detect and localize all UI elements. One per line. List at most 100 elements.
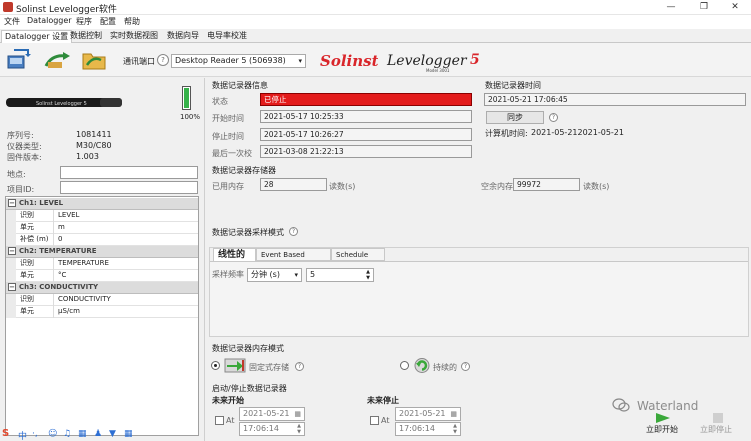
program-logger-icon[interactable] — [44, 48, 72, 72]
channel-group-header[interactable]: − Ch3: CONDUCTIVITY — [6, 282, 198, 294]
retrieve-settings-icon[interactable] — [6, 48, 34, 72]
close-button[interactable]: ✕ — [719, 0, 751, 14]
maximize-button[interactable]: ❐ — [688, 0, 720, 14]
future-stop-date[interactable]: 2021-05-21 ▦ — [395, 407, 461, 421]
tab-realtime-view[interactable]: 实时数据视图 — [107, 30, 161, 43]
port-select-value: Desktop Reader 5 (506938) — [175, 56, 286, 65]
tab-data-control[interactable]: 数据控制 — [67, 30, 105, 43]
spinner-icon[interactable]: ▲ ▼ — [297, 423, 301, 435]
product-text: Levelogger — [386, 53, 468, 69]
menu-help[interactable]: 帮助 — [124, 16, 140, 27]
ime-logo-icon[interactable]: S — [2, 428, 9, 439]
future-stop-checkbox[interactable] — [370, 416, 379, 425]
continuous-help-icon[interactable]: ? — [461, 362, 470, 371]
future-start-checkbox[interactable] — [215, 416, 224, 425]
project-id-input[interactable] — [60, 181, 198, 194]
calendar-icon[interactable]: ▦ — [450, 408, 457, 420]
ime-keyboard-icon[interactable]: ▦ — [78, 429, 87, 439]
minimize-button[interactable]: — — [655, 0, 687, 14]
location-input[interactable] — [60, 166, 198, 179]
status-value: 已停止 — [260, 93, 472, 106]
tab-schedule[interactable]: Schedule — [331, 248, 385, 261]
table-row: 单元 μS/cm — [6, 306, 198, 318]
fixed-storage-radio[interactable] — [211, 361, 220, 370]
tab-event-based[interactable]: Event Based — [256, 248, 331, 261]
ime-lang-icon[interactable]: 中 — [18, 429, 27, 441]
sync-help-icon[interactable]: ? — [549, 113, 558, 122]
menu-program[interactable]: 程序 — [76, 16, 92, 27]
future-start-date[interactable]: 2021-05-21 ▦ — [239, 407, 305, 421]
start-now-button[interactable]: 立即开始 — [646, 424, 678, 435]
collapse-icon[interactable]: − — [8, 247, 16, 255]
main-tabs: Datalogger 设置 数据控制 实时数据视图 数据向导 电导率校准 — [0, 29, 751, 43]
channel-cell[interactable]: m — [58, 222, 65, 233]
ime-user-icon[interactable]: ♟ — [94, 429, 102, 439]
spinner-icon[interactable]: ▲ ▼ — [366, 269, 370, 281]
collapse-icon[interactable]: − — [8, 283, 16, 291]
channel-cell[interactable]: μS/cm — [58, 306, 80, 317]
instrument-type-label: 仪器类型: — [7, 142, 42, 151]
table-row: 识别 CONDUCTIVITY — [6, 294, 198, 306]
table-row: 识别 LEVEL — [6, 210, 198, 222]
help-icon[interactable]: ? — [157, 54, 169, 66]
battery-level: 100% — [180, 113, 201, 121]
channel-cell[interactable]: 0 — [58, 234, 62, 245]
collapse-icon[interactable]: − — [8, 199, 16, 207]
stop-now-button[interactable]: 立即停止 — [700, 424, 732, 435]
fixed-storage-help-icon[interactable]: ? — [295, 362, 304, 371]
computer-time-label: 计算机时间: — [485, 129, 528, 138]
tab-data-wizard[interactable]: 数据向导 — [164, 30, 202, 43]
toolbar: 通讯端口 ? Desktop Reader 5 (506938) ▾ Solin… — [0, 43, 751, 77]
ime-punct-icon[interactable]: ·, — [32, 429, 38, 439]
future-stop-time-value: 17:06:14 — [399, 424, 435, 433]
ime-menu-icon[interactable]: ▦ — [124, 429, 133, 439]
start-time-label: 开始时间 — [212, 114, 244, 123]
tab-conductivity-calibration[interactable]: 电导率校准 — [204, 30, 250, 43]
start-now-icon[interactable] — [650, 411, 678, 425]
continuous-radio[interactable] — [400, 361, 409, 370]
channel-cell[interactable]: LEVEL — [58, 210, 79, 221]
ime-toolbar: S 中 ·, ☺ ♫ ▦ ♟ ▼ ▦ — [0, 428, 140, 441]
menu-config[interactable]: 配置 — [100, 16, 116, 27]
save-settings-icon[interactable] — [81, 48, 109, 72]
spinner-icon[interactable]: ▲ ▼ — [453, 423, 457, 435]
brand-text: Solinst — [320, 52, 378, 70]
stop-now-icon[interactable] — [706, 411, 730, 425]
logger-time-value: 2021-05-21 17:06:45 — [484, 93, 746, 106]
location-label: 地点: — [7, 170, 26, 179]
chevron-down-icon: ▾ — [294, 271, 298, 279]
stop-time-value: 2021-05-17 10:26:27 — [260, 128, 472, 141]
port-select[interactable]: Desktop Reader 5 (506938) ▾ — [171, 54, 306, 68]
title-bar: Solinst Levelogger软件 — ❐ ✕ — [0, 0, 751, 15]
future-stop-time[interactable]: 17:06:14 ▲ ▼ — [395, 422, 461, 436]
sampling-panel: 线性的 Event Based Schedule 采样频率 分钟 (s) ▾ 5… — [209, 247, 749, 337]
menu-bar: 文件 Datalogger 程序 配置 帮助 — [0, 15, 751, 29]
startstop-title: 启动/停止数据记录器 — [212, 384, 287, 393]
sync-button[interactable]: 同步 — [486, 111, 544, 124]
future-start-heading: 未来开始 — [212, 396, 244, 405]
channel-group-header[interactable]: − Ch2: TEMPERATURE — [6, 246, 198, 258]
sampling-help-icon[interactable]: ? — [289, 227, 298, 236]
sample-rate-unit-select[interactable]: 分钟 (s) ▾ — [247, 268, 302, 282]
ime-skin-icon[interactable]: ▼ — [109, 429, 116, 439]
tab-datalogger-setup[interactable]: Datalogger 设置 — [1, 30, 73, 43]
tab-linear[interactable]: 线性的 — [213, 248, 256, 261]
ime-emoji-icon[interactable]: ☺ — [48, 429, 57, 439]
continuous-icon — [413, 357, 431, 374]
menu-file[interactable]: 文件 — [4, 16, 20, 27]
future-start-time[interactable]: 17:06:14 ▲ ▼ — [239, 422, 305, 436]
battery-icon — [182, 86, 191, 110]
channel-cell[interactable]: TEMPERATURE — [58, 258, 109, 269]
last-calibration-value: 2021-03-08 21:22:13 — [260, 145, 472, 158]
menu-datalogger[interactable]: Datalogger — [27, 16, 72, 25]
ime-mic-icon[interactable]: ♫ — [63, 429, 71, 439]
channel-cell[interactable]: °C — [58, 270, 66, 281]
firmware-label: 固件版本: — [7, 153, 42, 162]
channel-cell[interactable]: CONDUCTIVITY — [58, 294, 111, 305]
calendar-icon[interactable]: ▦ — [294, 408, 301, 420]
app-icon — [3, 2, 13, 12]
channel-group-header[interactable]: − Ch1: LEVEL — [6, 198, 198, 210]
sample-rate-stepper[interactable]: 5 ▲ ▼ — [306, 268, 374, 282]
port-label: 通讯端口 — [123, 57, 155, 66]
future-start-at-label: At — [226, 416, 235, 425]
